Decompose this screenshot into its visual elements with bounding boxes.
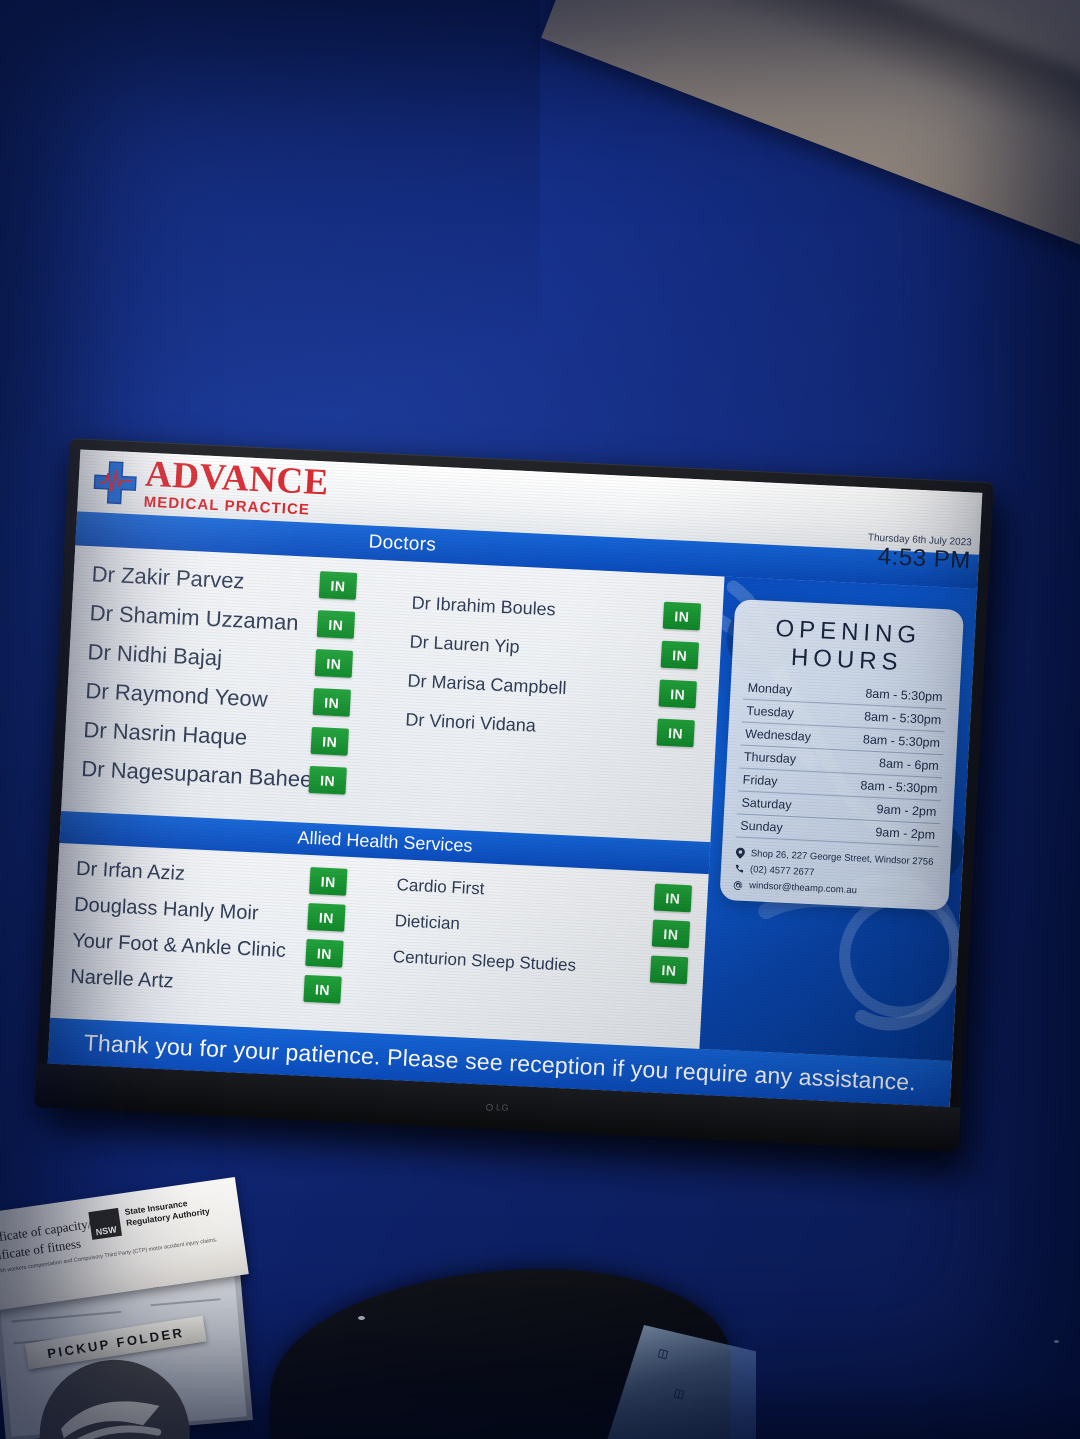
- staff-name: Dr Raymond Yeow: [84, 677, 269, 712]
- status-badge: IN: [314, 649, 354, 678]
- tv-bezel: ADVANCE MEDICAL PRACTICE Doctors Thursda…: [34, 438, 994, 1152]
- status-badge: IN: [660, 640, 700, 670]
- day-hours: 8am - 5:30pm: [863, 709, 942, 728]
- staff-name: Dr Nidhi Bajaj: [87, 638, 223, 671]
- day-label: Wednesday: [744, 726, 812, 745]
- section-title-allied: Allied Health Services: [296, 827, 473, 856]
- day-label: Friday: [742, 772, 778, 789]
- display-screen: ADVANCE MEDICAL PRACTICE Doctors Thursda…: [47, 449, 983, 1107]
- main-body: Dr Zakir Parvez IN Dr Shamim Uzzaman IN …: [50, 545, 978, 1062]
- status-badge: IN: [651, 919, 691, 949]
- medical-cross-heartbeat-icon: [92, 459, 139, 506]
- wall-speck: [1054, 1340, 1059, 1343]
- doctors-list: Dr Zakir Parvez IN Dr Shamim Uzzaman IN …: [61, 545, 725, 842]
- status-badge: IN: [662, 601, 702, 631]
- service-name: Your Foot & Ankle Clinic: [71, 929, 287, 962]
- status-badge: IN: [649, 955, 689, 985]
- day-hours: 8am - 5:30pm: [865, 686, 943, 705]
- authority-name: State Insurance Regulatory Authority: [124, 1195, 210, 1228]
- service-name: Dietician: [394, 910, 461, 933]
- status-badge: IN: [318, 571, 358, 600]
- service-name: Centurion Sleep Studies: [392, 946, 577, 975]
- tv-brand-text: LG: [495, 1102, 510, 1113]
- service-name: Narelle Artz: [69, 965, 175, 993]
- tv-power-indicator-icon: [485, 1103, 494, 1111]
- staff-name: Dr Marisa Campbell: [407, 670, 567, 699]
- clinic-logo: ADVANCE MEDICAL PRACTICE: [91, 454, 330, 518]
- opening-hours-panel: OPENING HOURS Monday 8am - 5:30pm Tuesda…: [699, 576, 978, 1062]
- bag-marking: ◫: [656, 1346, 670, 1362]
- document-holder: Certificate of capacity/ Certificate of …: [0, 1169, 279, 1439]
- staff-name: Dr Zakir Parvez: [91, 560, 246, 594]
- allied-health-list: Dr Irfan Aziz IN Douglass Hanly Moir IN …: [50, 842, 709, 1049]
- status-badge: IN: [308, 765, 347, 795]
- current-time: 4:53 PM: [877, 542, 972, 575]
- email-text: windsor@theamp.com.au: [748, 880, 858, 897]
- brand-text: ADVANCE MEDICAL PRACTICE: [143, 454, 330, 518]
- status-badge: IN: [316, 610, 356, 639]
- contact-details: Shop 26, 227 George Street, Windsor 2756…: [733, 847, 938, 901]
- day-label: Saturday: [741, 795, 792, 813]
- status-badge: IN: [658, 679, 697, 709]
- staff-name: Dr Lauren Yip: [409, 631, 521, 657]
- staff-lists: Dr Zakir Parvez IN Dr Shamim Uzzaman IN …: [50, 545, 725, 1049]
- phone-icon: [734, 864, 745, 874]
- allied-right-column: Cardio First IN Dietician IN Centurion S…: [379, 864, 709, 1049]
- status-badge: IN: [303, 974, 342, 1004]
- staff-name: Dr Shamim Uzzaman: [89, 599, 300, 635]
- map-pin-icon: [735, 847, 746, 859]
- status-badge: IN: [312, 687, 352, 717]
- status-badge: IN: [310, 726, 349, 756]
- status-badge: IN: [309, 867, 348, 896]
- service-name: Dr Irfan Aziz: [75, 857, 186, 885]
- opening-hours-card: OPENING HOURS Monday 8am - 5:30pm Tuesda…: [719, 599, 965, 911]
- day-hours: 8am - 5:30pm: [862, 732, 941, 751]
- wall-mounted-tv: ADVANCE MEDICAL PRACTICE Doctors Thursda…: [34, 438, 1007, 1179]
- day-label: Tuesday: [746, 703, 795, 721]
- room-scene: ADVANCE MEDICAL PRACTICE Doctors Thursda…: [0, 0, 1080, 1439]
- day-label: Thursday: [743, 749, 797, 767]
- status-badge: IN: [305, 938, 344, 968]
- status-badge: IN: [307, 902, 346, 932]
- day-hours: 8am - 6pm: [878, 756, 940, 774]
- staff-name: Dr Vinori Vidana: [404, 709, 537, 736]
- day-label: Sunday: [739, 818, 784, 835]
- phone-text: (02) 4577 2677: [749, 864, 815, 879]
- doctors-right-column: Dr Ibrahim Boules IN Dr Lauren Yip IN Dr…: [390, 567, 724, 842]
- status-badge: IN: [656, 718, 695, 748]
- day-hours: 9am - 2pm: [876, 802, 937, 820]
- opening-hours-title: OPENING HOURS: [745, 614, 951, 679]
- status-badge: IN: [653, 883, 693, 913]
- at-sign-icon: [733, 880, 744, 890]
- day-hours: 8am - 5:30pm: [860, 778, 938, 797]
- service-name: Douglass Hanly Moir: [73, 893, 260, 925]
- staff-name: Dr Nagesuparan Bahee: [80, 755, 310, 792]
- doctors-left-column: Dr Zakir Parvez IN Dr Shamim Uzzaman IN …: [61, 551, 403, 826]
- staff-name: Dr Ibrahim Boules: [411, 592, 557, 620]
- allied-left-column: Dr Irfan Aziz IN Douglass Hanly Moir IN …: [50, 848, 388, 1033]
- wall-speck: [358, 1316, 365, 1320]
- clock-widget: Thursday 6th July 2023 4:53 PM: [866, 532, 972, 575]
- bag-marking: ◫: [672, 1386, 686, 1402]
- day-hours: 9am - 2pm: [875, 825, 936, 843]
- nsw-logo: NSW: [88, 1207, 123, 1240]
- service-name: Cardio First: [396, 874, 485, 898]
- tv-brand-logo: LG: [485, 1102, 510, 1113]
- day-label: Monday: [747, 680, 793, 698]
- staff-name: Dr Nasrin Haque: [82, 716, 248, 750]
